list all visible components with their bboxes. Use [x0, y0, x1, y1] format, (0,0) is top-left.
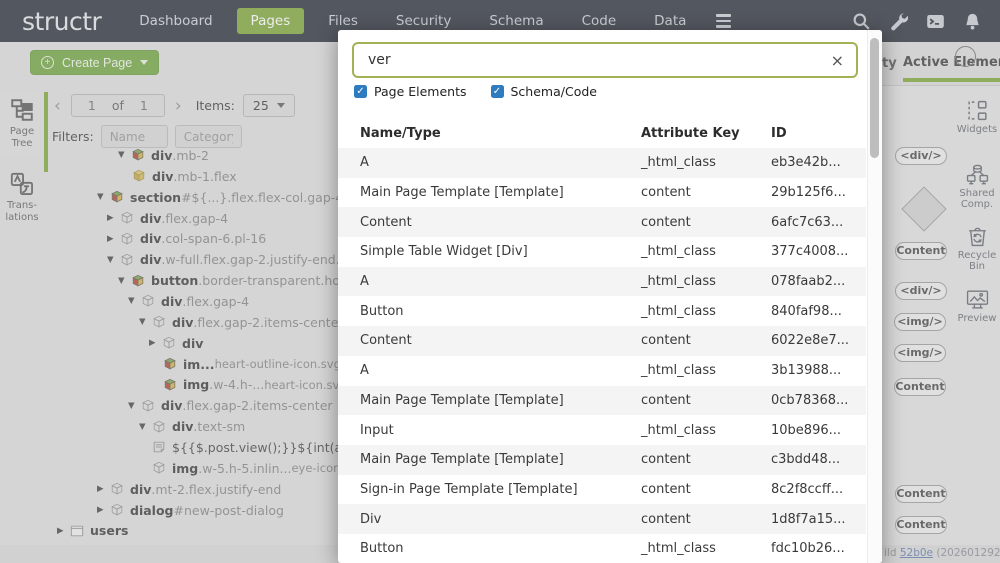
table-row[interactable]: Button_html_classfdc10b26...: [338, 534, 866, 563]
dialog-search-input[interactable]: ver ×: [352, 42, 858, 78]
table-row[interactable]: Divcontent1d8f7a15...: [338, 504, 866, 534]
column-header: Attribute Key: [641, 126, 771, 141]
cell-attribute-key: _html_class: [641, 274, 771, 289]
column-header: ID: [771, 126, 866, 141]
cell-attribute-key: content: [641, 452, 771, 467]
checkbox-checked-icon[interactable]: ✓: [491, 85, 504, 98]
cell-name-type: A: [360, 363, 641, 378]
cell-id: 3b13988...: [771, 363, 866, 378]
cell-name-type: Simple Table Widget [Div]: [360, 244, 641, 259]
cell-name-type: A: [360, 155, 641, 170]
cell-attribute-key: _html_class: [641, 363, 771, 378]
checkbox-checked-icon[interactable]: ✓: [354, 85, 367, 98]
cell-id: 840faf98...: [771, 304, 866, 319]
cell-name-type: Input: [360, 423, 641, 438]
cell-name-type: A: [360, 274, 641, 289]
cell-attribute-key: _html_class: [641, 244, 771, 259]
checkbox-page-elements[interactable]: ✓ Page Elements: [354, 84, 467, 99]
search-scope-checkboxes: ✓ Page Elements ✓ Schema/Code: [354, 84, 597, 99]
scrollbar-thumb[interactable]: [870, 38, 879, 158]
cell-attribute-key: _html_class: [641, 423, 771, 438]
column-header: Name/Type: [360, 126, 641, 141]
cell-id: 10be896...: [771, 423, 866, 438]
cell-name-type: Content: [360, 215, 641, 230]
table-row[interactable]: Main Page Template [Template]contentc3bd…: [338, 445, 866, 475]
checkbox-label: Schema/Code: [511, 84, 597, 99]
cell-name-type: Button: [360, 304, 641, 319]
cell-id: eb3e42b...: [771, 155, 866, 170]
cell-name-type: Content: [360, 333, 641, 348]
table-header-row: Name/TypeAttribute KeyID: [338, 118, 866, 148]
cell-name-type: Main Page Template [Template]: [360, 452, 641, 467]
cell-attribute-key: content: [641, 512, 771, 527]
cell-attribute-key: content: [641, 215, 771, 230]
cell-name-type: Button: [360, 541, 641, 556]
cell-attribute-key: _html_class: [641, 304, 771, 319]
dialog-scrollbar[interactable]: [867, 30, 882, 563]
cell-id: 29b125f6...: [771, 185, 866, 200]
checkbox-label: Page Elements: [374, 84, 467, 99]
cell-id: 8c2f8ccff...: [771, 482, 866, 497]
cell-id: 6afc7c63...: [771, 215, 866, 230]
table-row[interactable]: Sign-in Page Template [Template]content8…: [338, 475, 866, 505]
cell-attribute-key: content: [641, 482, 771, 497]
table-row[interactable]: Main Page Template [Template]content0cb7…: [338, 386, 866, 416]
table-row[interactable]: Contentcontent6022e8e7...: [338, 326, 866, 356]
clear-search-icon[interactable]: ×: [831, 51, 844, 70]
cell-id: 1d8f7a15...: [771, 512, 866, 527]
table-row[interactable]: Simple Table Widget [Div]_html_class377c…: [338, 237, 866, 267]
cell-attribute-key: _html_class: [641, 541, 771, 556]
cell-id: 0cb78368...: [771, 393, 866, 408]
table-row[interactable]: Input_html_class10be896...: [338, 415, 866, 445]
search-dialog: ver × ✓ Page Elements ✓ Schema/Code Name/Ty…: [338, 30, 882, 563]
cell-id: 078faab2...: [771, 274, 866, 289]
cell-attribute-key: content: [641, 333, 771, 348]
cell-name-type: Main Page Template [Template]: [360, 393, 641, 408]
table-row[interactable]: A_html_classeb3e42b...: [338, 148, 866, 178]
cell-id: fdc10b26...: [771, 541, 866, 556]
cell-attribute-key: content: [641, 393, 771, 408]
search-results-table: Name/TypeAttribute KeyIDA_html_classeb3e…: [338, 118, 866, 563]
table-row[interactable]: Main Page Template [Template]content29b1…: [338, 178, 866, 208]
search-value: ver: [368, 52, 391, 68]
table-row[interactable]: Button_html_class840faf98...: [338, 296, 866, 326]
cell-id: 6022e8e7...: [771, 333, 866, 348]
cell-attribute-key: content: [641, 185, 771, 200]
cell-attribute-key: _html_class: [641, 155, 771, 170]
table-row[interactable]: Contentcontent6afc7c63...: [338, 207, 866, 237]
cell-id: 377c4008...: [771, 244, 866, 259]
checkbox-schema-code[interactable]: ✓ Schema/Code: [491, 84, 597, 99]
cell-name-type: Sign-in Page Template [Template]: [360, 482, 641, 497]
cell-id: c3bdd48...: [771, 452, 866, 467]
cell-name-type: Main Page Template [Template]: [360, 185, 641, 200]
cell-name-type: Div: [360, 512, 641, 527]
table-row[interactable]: A_html_class078faab2...: [338, 267, 866, 297]
table-row[interactable]: A_html_class3b13988...: [338, 356, 866, 386]
